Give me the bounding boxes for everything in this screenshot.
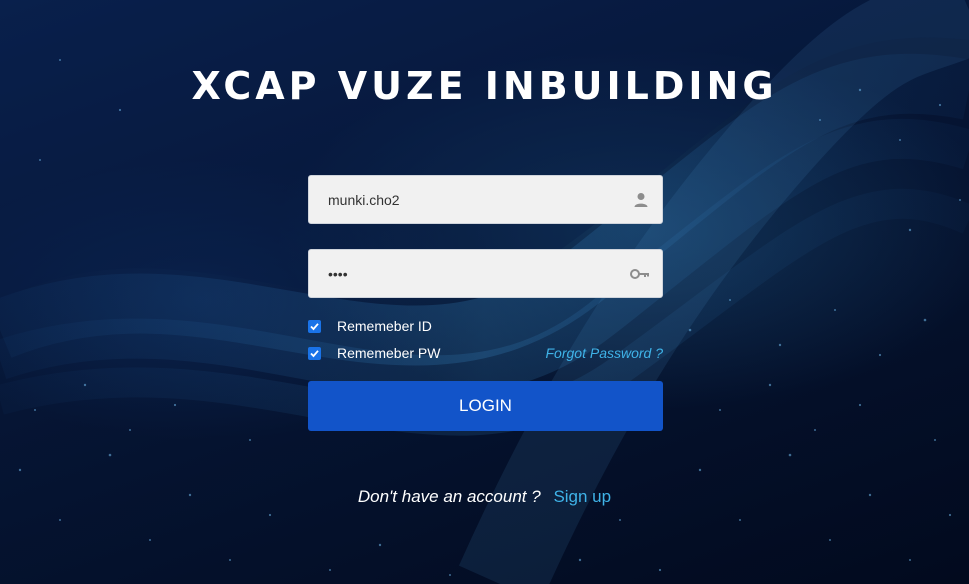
app-title: XCAP VUZE INBUILDING <box>191 64 778 108</box>
checkmark-icon <box>310 322 319 330</box>
forgot-password-link[interactable]: Forgot Password ? <box>546 345 664 361</box>
key-icon <box>630 265 650 283</box>
password-field[interactable] <box>308 249 663 298</box>
login-button[interactable]: LOGIN <box>308 381 663 431</box>
remember-id-row: Rememeber ID <box>308 317 432 335</box>
login-button-label: LOGIN <box>459 396 512 415</box>
signup-row: Don't have an account ? Sign up <box>0 487 969 507</box>
user-icon <box>632 191 650 209</box>
username-input[interactable] <box>309 176 619 223</box>
remember-pw-checkbox[interactable] <box>308 346 321 360</box>
signup-link[interactable]: Sign up <box>553 487 611 506</box>
remember-pw-row: Rememeber PW <box>308 344 440 362</box>
no-account-text: Don't have an account ? <box>357 487 541 506</box>
remember-id-checkbox[interactable] <box>308 319 321 333</box>
remember-pw-label: Rememeber PW <box>337 345 441 361</box>
remember-id-label: Rememeber ID <box>337 318 432 334</box>
checkmark-icon <box>310 349 319 357</box>
username-field[interactable] <box>308 175 663 224</box>
password-input[interactable] <box>309 250 619 297</box>
